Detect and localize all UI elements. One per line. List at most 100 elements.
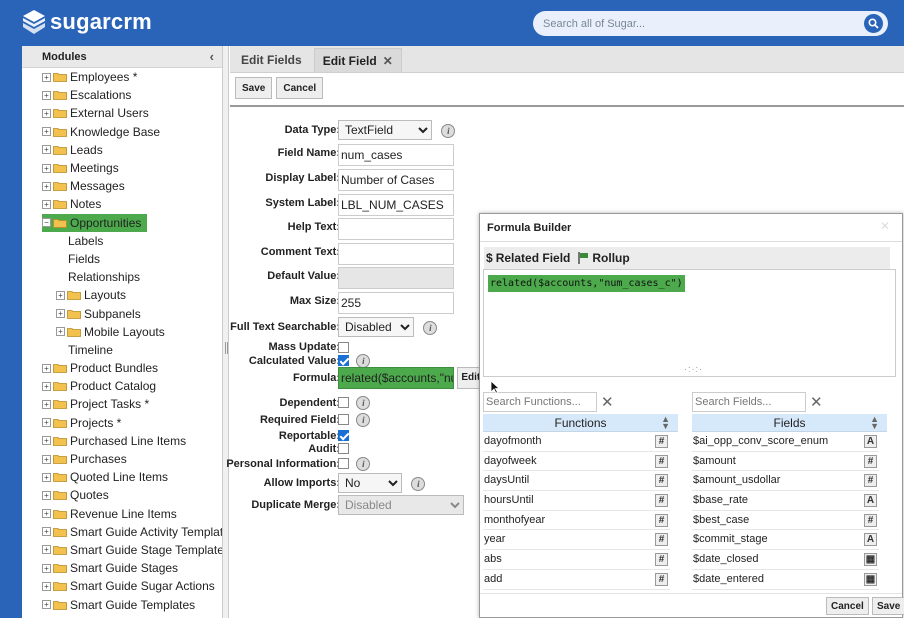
- sidebar-item[interactable]: + Smart Guide Stage Templates: [22, 541, 222, 559]
- global-search-input[interactable]: [533, 11, 853, 36]
- sidebar-item[interactable]: + Smart Guide Stages: [22, 559, 222, 577]
- dialog-save-button[interactable]: Save: [872, 597, 904, 615]
- search-button[interactable]: [864, 14, 883, 33]
- expand-icon[interactable]: +: [42, 163, 51, 173]
- expand-icon[interactable]: +: [42, 490, 51, 500]
- rollup-button[interactable]: Rollup: [578, 251, 630, 265]
- sidebar-item[interactable]: Relationships: [22, 268, 222, 286]
- list-item[interactable]: $commit_stage A: [692, 530, 879, 551]
- clear-functions-icon[interactable]: ✕: [601, 393, 614, 411]
- sidebar-item[interactable]: + Product Catalog: [22, 377, 222, 395]
- expand-icon[interactable]: +: [42, 418, 51, 428]
- expand-icon[interactable]: +: [42, 363, 51, 373]
- expand-icon[interactable]: +: [42, 145, 51, 155]
- list-item[interactable]: $ai_opp_conv_score_enum A: [692, 432, 879, 452]
- formula-text[interactable]: related($accounts,"num_cases_c"): [488, 275, 685, 292]
- info-icon[interactable]: i: [356, 395, 371, 410]
- list-item[interactable]: hoursUntil #: [483, 491, 670, 511]
- sidebar-item[interactable]: + Quoted Line Items: [22, 468, 222, 486]
- sidebar-item[interactable]: + Revenue Line Items: [22, 505, 222, 523]
- expand-icon[interactable]: +: [42, 199, 51, 209]
- sidebar-item[interactable]: + Employees *: [22, 68, 222, 86]
- full-text-select[interactable]: Disabled: [338, 317, 414, 337]
- list-item[interactable]: dayofweek #: [483, 452, 670, 472]
- list-item[interactable]: dayofmonth #: [483, 432, 670, 452]
- sidebar-item[interactable]: + Messages: [22, 177, 222, 195]
- expand-icon[interactable]: +: [42, 181, 51, 191]
- sidebar-item[interactable]: + Product Bundles: [22, 359, 222, 377]
- sidebar-item[interactable]: + Knowledge Base: [22, 123, 222, 141]
- expand-icon[interactable]: +: [42, 127, 51, 137]
- system-label-input[interactable]: [338, 194, 454, 216]
- expand-icon[interactable]: +: [42, 436, 51, 446]
- info-icon[interactable]: i: [441, 123, 456, 138]
- max-size-input[interactable]: [338, 292, 454, 314]
- expand-icon[interactable]: +: [42, 472, 51, 482]
- formula-input[interactable]: [338, 367, 454, 389]
- collapse-icon[interactable]: −: [42, 218, 51, 228]
- list-item[interactable]: year #: [483, 530, 670, 551]
- audit-checkbox[interactable]: [338, 443, 349, 455]
- list-item[interactable]: abs #: [483, 550, 670, 570]
- tab-edit-field[interactable]: Edit Field ✕: [313, 48, 402, 72]
- comment-text-input[interactable]: [338, 243, 454, 265]
- list-item[interactable]: $date_closed ▦: [692, 550, 879, 570]
- list-item[interactable]: $amount #: [692, 452, 879, 472]
- sidebar-splitter[interactable]: [223, 46, 229, 618]
- functions-header[interactable]: Functions ▲ ▼: [483, 414, 678, 432]
- sidebar-item[interactable]: + Subpanels: [22, 304, 222, 322]
- search-functions-input[interactable]: [483, 392, 597, 412]
- expand-icon[interactable]: +: [56, 309, 65, 319]
- sidebar-item[interactable]: + Layouts: [22, 286, 222, 304]
- expand-icon[interactable]: +: [42, 581, 51, 591]
- data-type-select[interactable]: TextField: [338, 120, 432, 140]
- info-icon[interactable]: i: [356, 456, 371, 471]
- sidebar-item[interactable]: Fields: [22, 250, 222, 268]
- info-icon[interactable]: i: [423, 320, 438, 335]
- personal-info-checkbox[interactable]: [338, 458, 349, 470]
- expand-icon[interactable]: +: [42, 108, 51, 118]
- sidebar-item[interactable]: + Notes: [22, 195, 222, 213]
- expand-icon[interactable]: +: [42, 563, 51, 573]
- sidebar-item[interactable]: + Meetings: [22, 159, 222, 177]
- tab-edit-fields[interactable]: Edit Fields: [233, 48, 310, 72]
- splitter-grip-icon[interactable]: [225, 342, 228, 354]
- sidebar-item[interactable]: + Smart Guide Templates: [22, 595, 222, 613]
- formula-editor[interactable]: related($accounts,"num_cases_c") ·:·:·: [483, 269, 896, 377]
- resize-handle-icon[interactable]: ·:·:·: [684, 364, 703, 374]
- required-checkbox[interactable]: [338, 414, 349, 426]
- expand-icon[interactable]: +: [42, 399, 51, 409]
- expand-icon[interactable]: +: [42, 527, 51, 537]
- sidebar-item[interactable]: Labels: [22, 232, 222, 250]
- clear-fields-icon[interactable]: ✕: [810, 393, 823, 411]
- cancel-button[interactable]: Cancel: [276, 77, 324, 99]
- sidebar-item[interactable]: + External Users: [22, 104, 222, 122]
- close-tab-icon[interactable]: ✕: [383, 54, 393, 68]
- info-icon[interactable]: i: [411, 476, 426, 491]
- list-item[interactable]: $best_case #: [692, 511, 879, 531]
- display-label-input[interactable]: [338, 169, 454, 191]
- list-item[interactable]: $date_entered ▦: [692, 570, 879, 590]
- sidebar-item[interactable]: + Leads: [22, 141, 222, 159]
- expand-icon[interactable]: +: [42, 600, 51, 610]
- list-item[interactable]: $base_rate A: [692, 491, 879, 511]
- calculated-checkbox[interactable]: [338, 355, 349, 367]
- sidebar-item[interactable]: + Purchases: [22, 450, 222, 468]
- related-field-button[interactable]: $ Related Field: [486, 251, 570, 265]
- list-item[interactable]: $amount_usdollar #: [692, 471, 879, 492]
- expand-icon[interactable]: +: [42, 454, 51, 464]
- list-item[interactable]: add #: [483, 570, 670, 590]
- dialog-cancel-button[interactable]: Cancel: [826, 597, 869, 615]
- search-fields-input[interactable]: [692, 392, 806, 412]
- sidebar-item[interactable]: Timeline: [22, 341, 222, 359]
- help-text-input[interactable]: [338, 218, 454, 240]
- close-dialog-icon[interactable]: ✕: [880, 219, 890, 233]
- sidebar-item[interactable]: + Purchased Line Items: [22, 432, 222, 450]
- fields-header[interactable]: Fields ▲ ▼: [692, 414, 887, 432]
- sidebar-item[interactable]: − Opportunities: [22, 213, 222, 232]
- collapse-sidebar-icon[interactable]: ‹: [210, 46, 214, 68]
- expand-icon[interactable]: +: [42, 545, 51, 555]
- sugarcrm-logo[interactable]: sugarcrm: [22, 9, 152, 35]
- sidebar-item[interactable]: + Projects *: [22, 414, 222, 432]
- dependent-checkbox[interactable]: [338, 397, 349, 409]
